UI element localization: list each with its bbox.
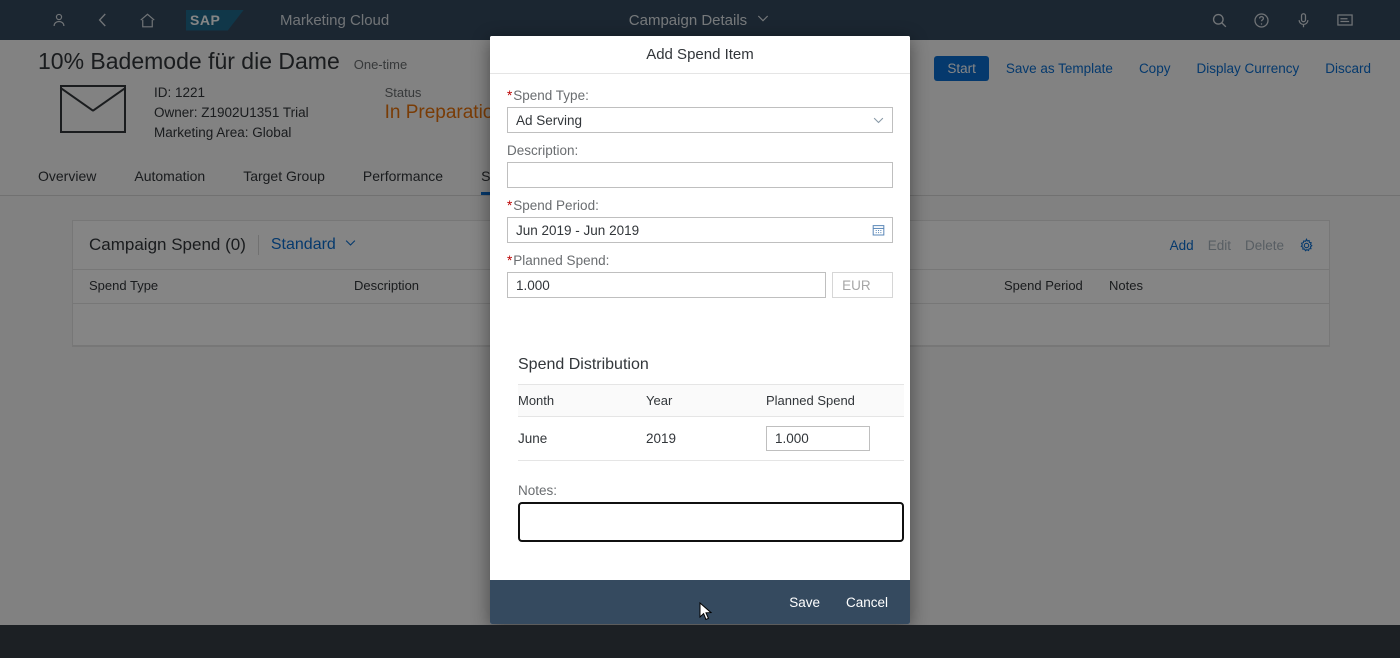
spend-distribution-table: Month Year Planned Spend June 2019	[518, 384, 904, 461]
dialog-title: Add Spend Item	[490, 36, 910, 74]
planned-spend-field: *Planned Spend: EUR	[507, 253, 893, 298]
column-month: Month	[518, 384, 646, 417]
mouse-cursor	[699, 601, 713, 627]
spend-type-field: *Spend Type:	[507, 88, 893, 133]
distribution-row: June 2019	[518, 416, 904, 461]
required-marker: *	[507, 198, 513, 213]
notes-textarea[interactable]	[517, 501, 905, 543]
spend-period-label: *Spend Period:	[507, 198, 893, 213]
notes-wrap	[517, 501, 905, 547]
spend-type-label-text: Spend Type:	[513, 88, 589, 103]
description-label: Description:	[507, 143, 579, 158]
distribution-header-row: Month Year Planned Spend	[518, 384, 904, 417]
dialog-body: *Spend Type: Description: *Spend	[490, 74, 910, 580]
cancel-button[interactable]: Cancel	[846, 595, 888, 610]
spend-type-select[interactable]	[507, 107, 893, 133]
spend-type-label: *Spend Type:	[507, 88, 893, 103]
spend-type-select-wrap	[507, 107, 893, 133]
bottom-strip	[0, 625, 1400, 658]
distribution-year: 2019	[646, 416, 766, 461]
distribution-month: June	[518, 416, 646, 461]
add-spend-item-dialog: Add Spend Item *Spend Type: Description:	[490, 36, 910, 624]
column-year: Year	[646, 384, 766, 417]
distribution-planned-spend-cell	[766, 416, 904, 461]
spend-period-label-text: Spend Period:	[513, 198, 599, 213]
save-button[interactable]: Save	[789, 595, 820, 610]
currency-field: EUR	[832, 272, 893, 298]
planned-spend-label: *Planned Spend:	[507, 253, 893, 268]
column-planned-spend: Planned Spend	[766, 384, 904, 417]
description-input[interactable]	[507, 162, 893, 188]
planned-spend-input[interactable]	[507, 272, 827, 298]
spend-period-field: *Spend Period:	[507, 198, 893, 243]
description-field: Description:	[507, 143, 893, 188]
distribution-planned-spend-input[interactable]	[766, 426, 870, 451]
required-marker: *	[507, 88, 513, 103]
screen: SAP Marketing Cloud Campaign Details 10%…	[0, 0, 1400, 658]
spend-period-input-wrap	[507, 217, 893, 243]
planned-spend-label-text: Planned Spend:	[513, 253, 610, 268]
notes-label: Notes:	[518, 483, 558, 498]
required-marker: *	[507, 253, 513, 268]
spend-period-input[interactable]	[507, 217, 893, 243]
spend-distribution-title: Spend Distribution	[518, 356, 649, 373]
planned-spend-row: EUR	[507, 272, 893, 298]
